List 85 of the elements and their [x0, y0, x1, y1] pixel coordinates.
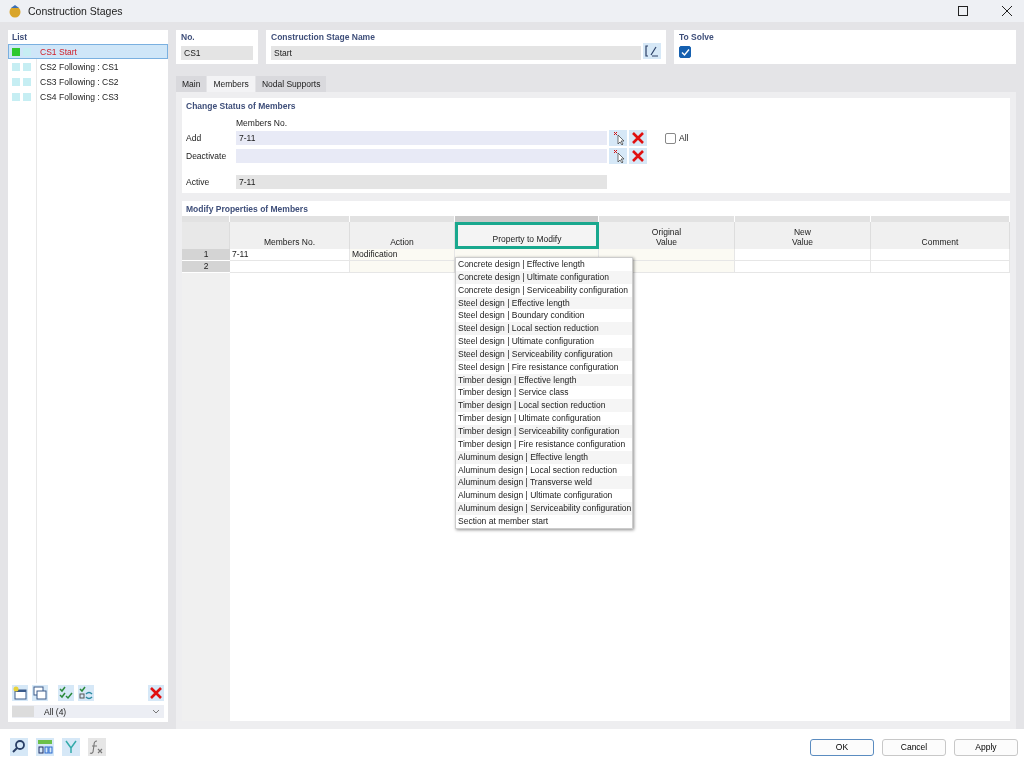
- column-header[interactable]: New Value: [735, 222, 871, 249]
- table-cell[interactable]: [599, 249, 735, 261]
- field-label: To Solve: [679, 32, 715, 42]
- dialog-button[interactable]: Apply: [954, 738, 1018, 756]
- list-item[interactable]: CS2 Following : CS1: [8, 59, 168, 74]
- dropdown-option[interactable]: Steel design | Local section reduction: [456, 322, 632, 336]
- dropdown-option[interactable]: Steel design | Effective length: [456, 296, 632, 310]
- members-field: 7-11: [236, 175, 607, 189]
- dropdown-option[interactable]: Timber design | Fire resistance configuration: [456, 437, 632, 451]
- table-cell[interactable]: [350, 261, 455, 273]
- dropdown-option[interactable]: Aluminum design | Ultimate configuration: [456, 489, 632, 503]
- pick-cursor-icon[interactable]: [609, 130, 627, 146]
- table-cell[interactable]: Modification: [350, 249, 455, 261]
- row-number: 2: [182, 261, 230, 273]
- edit-icon[interactable]: [643, 43, 661, 59]
- dropdown-option[interactable]: Aluminum design | Effective length: [456, 450, 632, 464]
- dropdown-option[interactable]: Steel design | Ultimate configuration: [456, 335, 632, 348]
- row-number: 1: [182, 249, 230, 261]
- field-label: No.: [181, 32, 196, 42]
- list-item[interactable]: CS4 Following : CS3: [8, 89, 168, 104]
- dropdown-option[interactable]: Timber design | Serviceability configuration: [456, 424, 632, 438]
- tab[interactable]: Main: [176, 76, 207, 92]
- list-item[interactable]: CS1 Start: [8, 44, 168, 59]
- table-cell[interactable]: [871, 261, 1010, 273]
- check-list-icon[interactable]: [58, 685, 74, 701]
- section-title: Modify Properties of Members: [185, 204, 309, 214]
- field-label: Add: [186, 133, 203, 143]
- close-icon[interactable]: [1002, 6, 1012, 16]
- field-label: Deactivate: [186, 151, 228, 161]
- tab[interactable]: Members: [207, 76, 255, 92]
- to-solve-checkbox[interactable]: [679, 46, 691, 58]
- number-field[interactable]: CS1: [181, 46, 253, 60]
- column-header[interactable]: Action: [350, 222, 455, 249]
- new-window-icon[interactable]: [12, 685, 28, 701]
- delete-icon[interactable]: [629, 130, 647, 146]
- toggle-list-icon[interactable]: [78, 685, 94, 701]
- dropdown-option[interactable]: Timber design | Effective length: [456, 373, 632, 387]
- copy-window-icon[interactable]: [32, 685, 48, 701]
- dropdown-option[interactable]: Timber design | Ultimate configuration: [456, 412, 632, 425]
- checkbox-label: All: [679, 133, 689, 143]
- dropdown-option[interactable]: Timber design | Service class: [456, 386, 632, 400]
- column-label: Members No.: [236, 118, 287, 128]
- column-header[interactable]: Property to Modify: [455, 222, 599, 249]
- section-title: Change Status of Members: [186, 101, 297, 111]
- search-icon[interactable]: [10, 738, 28, 756]
- list-item[interactable]: CS3 Following : CS2: [8, 74, 168, 89]
- dropdown-option[interactable]: Steel design | Boundary condition: [456, 309, 632, 323]
- decimal-format-icon[interactable]: [36, 738, 54, 756]
- all-checkbox[interactable]: [665, 132, 676, 144]
- dropdown-option[interactable]: Aluminum design | Transverse weld: [456, 476, 632, 490]
- column-header[interactable]: Original Value: [599, 222, 735, 249]
- table-cell[interactable]: [735, 249, 871, 261]
- dropdown-option[interactable]: Concrete design | Serviceability configuration: [456, 283, 632, 297]
- formula-icon[interactable]: [88, 738, 106, 756]
- dropdown-option[interactable]: Section at member start: [456, 514, 632, 528]
- dialog-button[interactable]: OK: [810, 738, 874, 756]
- chevron-icon: [152, 709, 160, 714]
- list-title: List: [11, 31, 29, 44]
- filter-dropdown[interactable]: All (4): [12, 705, 164, 718]
- dropdown-option[interactable]: Steel design | Serviceability configuration: [456, 347, 632, 361]
- dialog-button[interactable]: Cancel: [882, 738, 946, 756]
- delete-icon[interactable]: [148, 685, 164, 701]
- table-cell[interactable]: [735, 261, 871, 273]
- field-label: Active: [186, 177, 211, 187]
- tab[interactable]: Nodal Supports: [255, 76, 327, 92]
- delete-icon[interactable]: [629, 148, 647, 164]
- maximize-icon[interactable]: [958, 6, 968, 16]
- pick-cursor-icon[interactable]: [609, 148, 627, 164]
- name-field[interactable]: Start: [271, 46, 641, 60]
- column-header[interactable]: Members No.: [230, 222, 350, 249]
- dropdown-option[interactable]: Concrete design | Ultimate configuration: [456, 270, 632, 284]
- app-icon: [8, 4, 22, 18]
- dropdown-option[interactable]: Aluminum design | Serviceability configuration: [456, 502, 632, 515]
- table-cell[interactable]: [230, 261, 350, 273]
- dropdown-option[interactable]: Steel design | Fire resistance configuration: [456, 360, 632, 374]
- branch-icon[interactable]: [62, 738, 80, 756]
- dropdown-option[interactable]: Aluminum design | Local section reduction: [456, 463, 632, 477]
- table-cell[interactable]: 7-11: [230, 249, 350, 261]
- table-cell[interactable]: [871, 249, 1010, 261]
- dropdown-option[interactable]: Concrete design | Effective length: [456, 258, 632, 271]
- window-title: Construction Stages: [28, 5, 123, 17]
- column-header[interactable]: Comment: [871, 222, 1010, 249]
- members-field[interactable]: 7-11: [236, 131, 607, 145]
- dropdown-option[interactable]: Timber design | Local section reduction: [456, 399, 632, 413]
- field-label: Construction Stage Name: [271, 32, 376, 42]
